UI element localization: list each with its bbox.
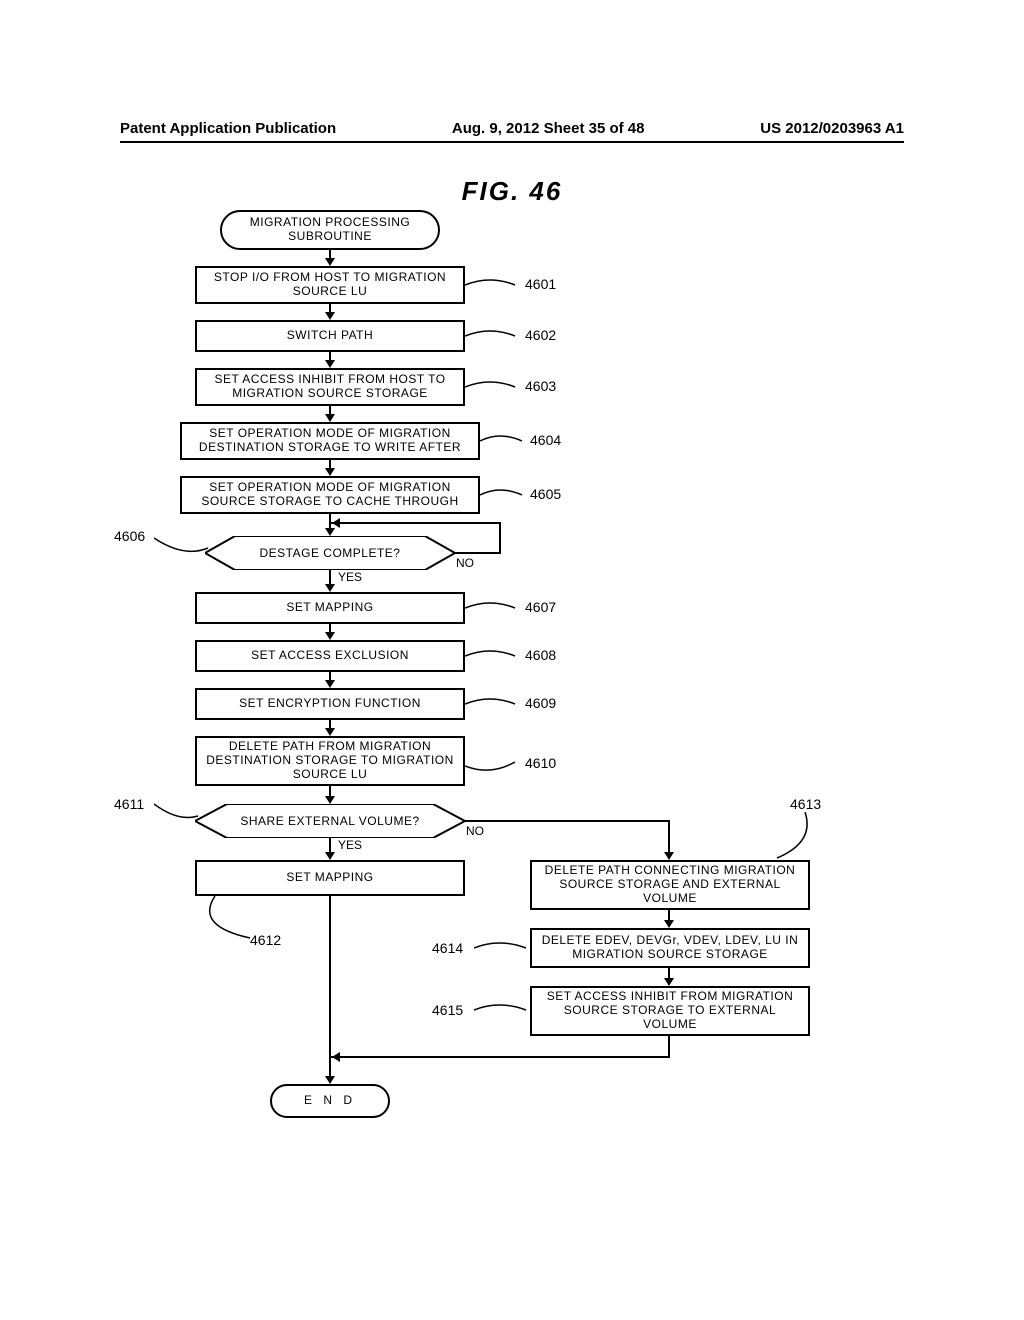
arrow-head	[325, 258, 335, 266]
header-left: Patent Application Publication	[120, 120, 336, 137]
arrow-head	[325, 360, 335, 368]
leader-4615	[474, 1000, 530, 1025]
step-4605: SET OPERATION MODE OF MIGRATION SOURCE S…	[180, 476, 480, 514]
figure-title: FIG. 46	[0, 176, 1024, 207]
arrow-head	[325, 852, 335, 860]
step-4602-text: SWITCH PATH	[287, 329, 373, 343]
header-center: Aug. 9, 2012 Sheet 35 of 48	[452, 120, 645, 137]
label-4610: 4610	[525, 755, 556, 771]
arrow-head	[325, 584, 335, 592]
start-terminator: MIGRATION PROCESSING SUBROUTINE	[220, 210, 440, 250]
arrow-4612-down	[329, 896, 331, 1058]
label-4614: 4614	[432, 940, 463, 956]
end-terminator: E N D	[270, 1084, 390, 1118]
start-text: MIGRATION PROCESSING SUBROUTINE	[228, 216, 432, 244]
step-4609: SET ENCRYPTION FUNCTION	[195, 688, 465, 720]
no-label-4606: NO	[456, 556, 474, 570]
no-path-h	[331, 522, 501, 524]
step-4607: SET MAPPING	[195, 592, 465, 624]
label-4607: 4607	[525, 599, 556, 615]
arrow-head	[325, 1076, 335, 1084]
step-4605-text: SET OPERATION MODE OF MIGRATION SOURCE S…	[188, 481, 472, 509]
step-4604: SET OPERATION MODE OF MIGRATION DESTINAT…	[180, 422, 480, 460]
step-4615: SET ACCESS INHIBIT FROM MIGRATION SOURCE…	[530, 986, 810, 1036]
arrow-join-h	[331, 1056, 670, 1058]
leader-4605	[480, 485, 530, 510]
arrow-head	[325, 680, 335, 688]
leader-4610	[465, 758, 525, 783]
leader-4604	[480, 431, 530, 456]
label-4615: 4615	[432, 1002, 463, 1018]
label-4602: 4602	[525, 327, 556, 343]
arrow-head	[664, 978, 674, 986]
arrow-head	[325, 632, 335, 640]
leader-4614	[474, 938, 530, 963]
no-path-4611-v	[668, 820, 670, 854]
decision-4606-text: DESTAGE COMPLETE?	[260, 546, 401, 560]
label-4612: 4612	[250, 932, 281, 948]
step-4612-text: SET MAPPING	[286, 871, 373, 885]
header-right: US 2012/0203963 A1	[760, 120, 904, 137]
arrow-head	[325, 796, 335, 804]
label-4606: 4606	[114, 528, 145, 544]
step-4610-text: DELETE PATH FROM MIGRATION DESTINATION S…	[203, 740, 457, 781]
step-4602: SWITCH PATH	[195, 320, 465, 352]
step-4614-text: DELETE EDEV, DEVGr, VDEV, LDEV, LU IN MI…	[538, 934, 802, 962]
arrow-head	[325, 728, 335, 736]
arrow-head	[325, 528, 335, 536]
step-4609-text: SET ENCRYPTION FUNCTION	[239, 697, 421, 711]
no-path-4611	[465, 820, 670, 822]
no-path	[455, 552, 501, 554]
arrow-head	[664, 920, 674, 928]
leader-4603	[465, 377, 525, 402]
label-4608: 4608	[525, 647, 556, 663]
leader-4601	[465, 275, 525, 300]
step-4613: DELETE PATH CONNECTING MIGRATION SOURCE …	[530, 860, 810, 910]
arrow-head	[332, 518, 340, 528]
label-4601: 4601	[525, 276, 556, 292]
step-4615-text: SET ACCESS INHIBIT FROM MIGRATION SOURCE…	[538, 990, 802, 1031]
step-4601-text: STOP I/O FROM HOST TO MIGRATION SOURCE L…	[203, 271, 457, 299]
step-4603-text: SET ACCESS INHIBIT FROM HOST TO MIGRATIO…	[203, 373, 457, 401]
step-4613-text: DELETE PATH CONNECTING MIGRATION SOURCE …	[538, 864, 802, 905]
decision-4611: SHARE EXTERNAL VOLUME?	[195, 804, 465, 838]
step-4610: DELETE PATH FROM MIGRATION DESTINATION S…	[195, 736, 465, 786]
arrow-head	[325, 312, 335, 320]
label-4613: 4613	[790, 796, 821, 812]
decision-4606: DESTAGE COMPLETE?	[205, 536, 455, 570]
arrow	[329, 1058, 331, 1078]
leader-4606	[154, 534, 214, 563]
leader-4613	[775, 812, 815, 867]
leader-4602	[465, 326, 525, 351]
step-4608-text: SET ACCESS EXCLUSION	[251, 649, 409, 663]
step-4601: STOP I/O FROM HOST TO MIGRATION SOURCE L…	[195, 266, 465, 304]
no-path-v	[499, 522, 501, 554]
step-4614: DELETE EDEV, DEVGr, VDEV, LDEV, LU IN MI…	[530, 928, 810, 968]
label-4603: 4603	[525, 378, 556, 394]
label-4609: 4609	[525, 695, 556, 711]
step-4604-text: SET OPERATION MODE OF MIGRATION DESTINAT…	[188, 427, 472, 455]
yes-label-4606: YES	[338, 570, 362, 584]
decision-4611-text: SHARE EXTERNAL VOLUME?	[240, 814, 419, 828]
step-4607-text: SET MAPPING	[286, 601, 373, 615]
page-header: Patent Application Publication Aug. 9, 2…	[120, 120, 904, 143]
step-4612: SET MAPPING	[195, 860, 465, 896]
leader-4607	[465, 598, 525, 623]
label-4611: 4611	[114, 796, 144, 812]
yes-label-4611: YES	[338, 838, 362, 852]
arrow-head	[332, 1052, 340, 1062]
leader-4611	[154, 800, 204, 831]
arrow-head	[325, 414, 335, 422]
leader-4609	[465, 694, 525, 719]
label-4604: 4604	[530, 432, 561, 448]
end-text: E N D	[304, 1094, 356, 1108]
leader-4608	[465, 646, 525, 671]
no-label-4611: NO	[466, 824, 484, 838]
arrow-4615-down	[668, 1036, 670, 1058]
step-4603: SET ACCESS INHIBIT FROM HOST TO MIGRATIO…	[195, 368, 465, 406]
arrow-head	[664, 852, 674, 860]
step-4608: SET ACCESS EXCLUSION	[195, 640, 465, 672]
arrow-head	[325, 468, 335, 476]
label-4605: 4605	[530, 486, 561, 502]
